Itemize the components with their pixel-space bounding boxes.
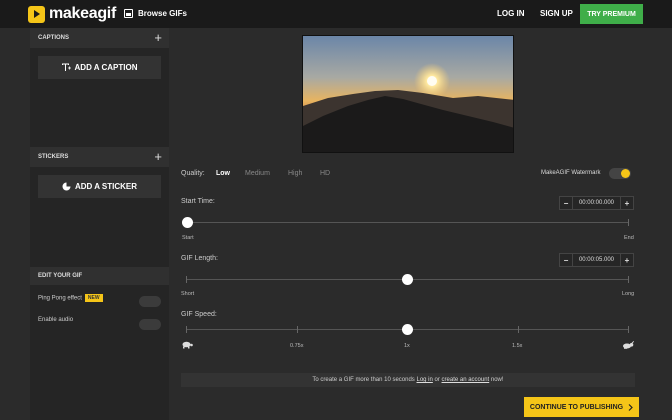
ping-pong-toggle[interactable] [139, 296, 161, 307]
login-link[interactable]: LOG IN [497, 9, 525, 18]
gif-length-value[interactable]: 00:00:05.000 [572, 254, 621, 266]
quality-label: Quality: [181, 170, 205, 177]
editor-sidebar: CAPTIONS + ADD A CAPTION STICKERS + ADD … [30, 28, 169, 420]
ping-pong-label: Ping Pong effect [38, 295, 82, 302]
chevron-right-icon [628, 403, 633, 411]
logo-text: makeagif [49, 5, 116, 22]
start-time-min-label: Start [182, 235, 194, 241]
continue-to-publishing-button[interactable]: CONTINUE TO PUBLISHING [524, 397, 639, 417]
new-badge: NEW [84, 294, 103, 302]
rabbit-icon [623, 341, 634, 349]
gif-length-stepper: − 00:00:05.000 + [559, 253, 634, 267]
editor-main-panel: Quality: Low Medium High HD MakeAGIF Wat… [172, 28, 644, 420]
try-premium-button[interactable]: TRY PREMIUM [580, 4, 643, 24]
stickers-title: STICKERS [38, 154, 69, 160]
add-caption-plus-icon[interactable]: + [154, 28, 162, 48]
add-caption-button[interactable]: ADD A CAPTION [38, 56, 161, 79]
start-time-label: Start Time: [181, 198, 215, 205]
quality-high-option[interactable]: High [288, 170, 302, 177]
gif-length-min-label: Short [181, 291, 195, 297]
start-time-tick-end [628, 219, 629, 226]
speed-tick [297, 326, 298, 333]
image-icon [124, 9, 133, 18]
info-login-link[interactable]: Log in [416, 377, 432, 383]
info-text-prefix: To create a GIF more than 10 seconds [312, 377, 417, 383]
start-time-stepper: − 00:00:00.000 + [559, 196, 634, 210]
gif-length-decrement-button[interactable]: − [560, 256, 572, 265]
speed-tick-label: 0.75x [290, 343, 304, 349]
speed-tick-label: 1x [404, 343, 410, 349]
continue-label: CONTINUE TO PUBLISHING [529, 403, 624, 411]
quality-hd-option[interactable]: HD [320, 170, 330, 177]
makeagif-logo[interactable]: makeagif [28, 5, 116, 23]
text-cursor-icon [61, 63, 71, 71]
start-time-track[interactable] [186, 222, 629, 223]
info-banner: To create a GIF more than 10 seconds Log… [181, 373, 635, 387]
quality-medium-option[interactable]: Medium [245, 170, 270, 177]
signup-link[interactable]: SIGN UP [540, 9, 573, 18]
quality-low-option[interactable]: Low [216, 170, 230, 177]
browse-gifs-label: Browse GIFs [138, 9, 187, 18]
watermark-label: MakeAGIF Watermark [541, 170, 601, 176]
add-sticker-button[interactable]: ADD A STICKER [38, 175, 161, 198]
enable-audio-toggle[interactable] [139, 319, 161, 330]
add-sticker-label: ADD A STICKER [74, 182, 138, 191]
gif-length-label: GIF Length: [181, 255, 218, 262]
browse-gifs-link[interactable]: Browse GIFs [124, 9, 187, 18]
speed-tick-label: 1.5x [512, 343, 523, 349]
speed-tick [628, 326, 629, 333]
info-text-middle: or [432, 377, 442, 383]
start-time-slider-handle[interactable] [182, 217, 193, 228]
top-navigation-bar: makeagif Browse GIFs LOG IN SIGN UP TRY … [0, 0, 672, 28]
speed-tick [518, 326, 519, 333]
stickers-section-header: STICKERS + [30, 147, 169, 167]
add-caption-label: ADD A CAPTION [74, 63, 138, 72]
add-sticker-plus-icon[interactable]: + [154, 147, 162, 167]
captions-title: CAPTIONS [38, 35, 70, 41]
watermark-toggle[interactable] [609, 168, 631, 179]
gif-length-slider-handle[interactable] [402, 274, 413, 285]
info-text-suffix: now! [489, 377, 504, 383]
enable-audio-label: Enable audio [38, 317, 74, 323]
start-time-max-label: End [624, 235, 634, 241]
start-time-increment-button[interactable]: + [621, 199, 633, 208]
gif-length-increment-button[interactable]: + [621, 256, 633, 265]
ping-pong-option: Ping Pong effect NEW [38, 294, 103, 302]
play-logo-icon [28, 5, 45, 23]
turtle-icon [182, 341, 193, 349]
sticker-icon [62, 182, 71, 191]
gif-speed-slider-handle[interactable] [402, 324, 413, 335]
info-create-account-link[interactable]: create an account [442, 377, 490, 383]
gif-preview-image [302, 35, 514, 153]
start-time-value[interactable]: 00:00:00.000 [572, 197, 621, 209]
start-time-decrement-button[interactable]: − [560, 199, 572, 208]
gif-length-tick-end [628, 276, 629, 283]
speed-tick [186, 326, 187, 333]
watermark-toggle-knob [621, 169, 630, 178]
gif-length-max-label: Long [622, 291, 635, 297]
gif-speed-label: GIF Speed: [181, 311, 217, 318]
edit-gif-section-header: EDIT YOUR GIF [30, 267, 169, 285]
captions-section-header: CAPTIONS + [30, 28, 169, 48]
gif-length-tick-start [186, 276, 187, 283]
